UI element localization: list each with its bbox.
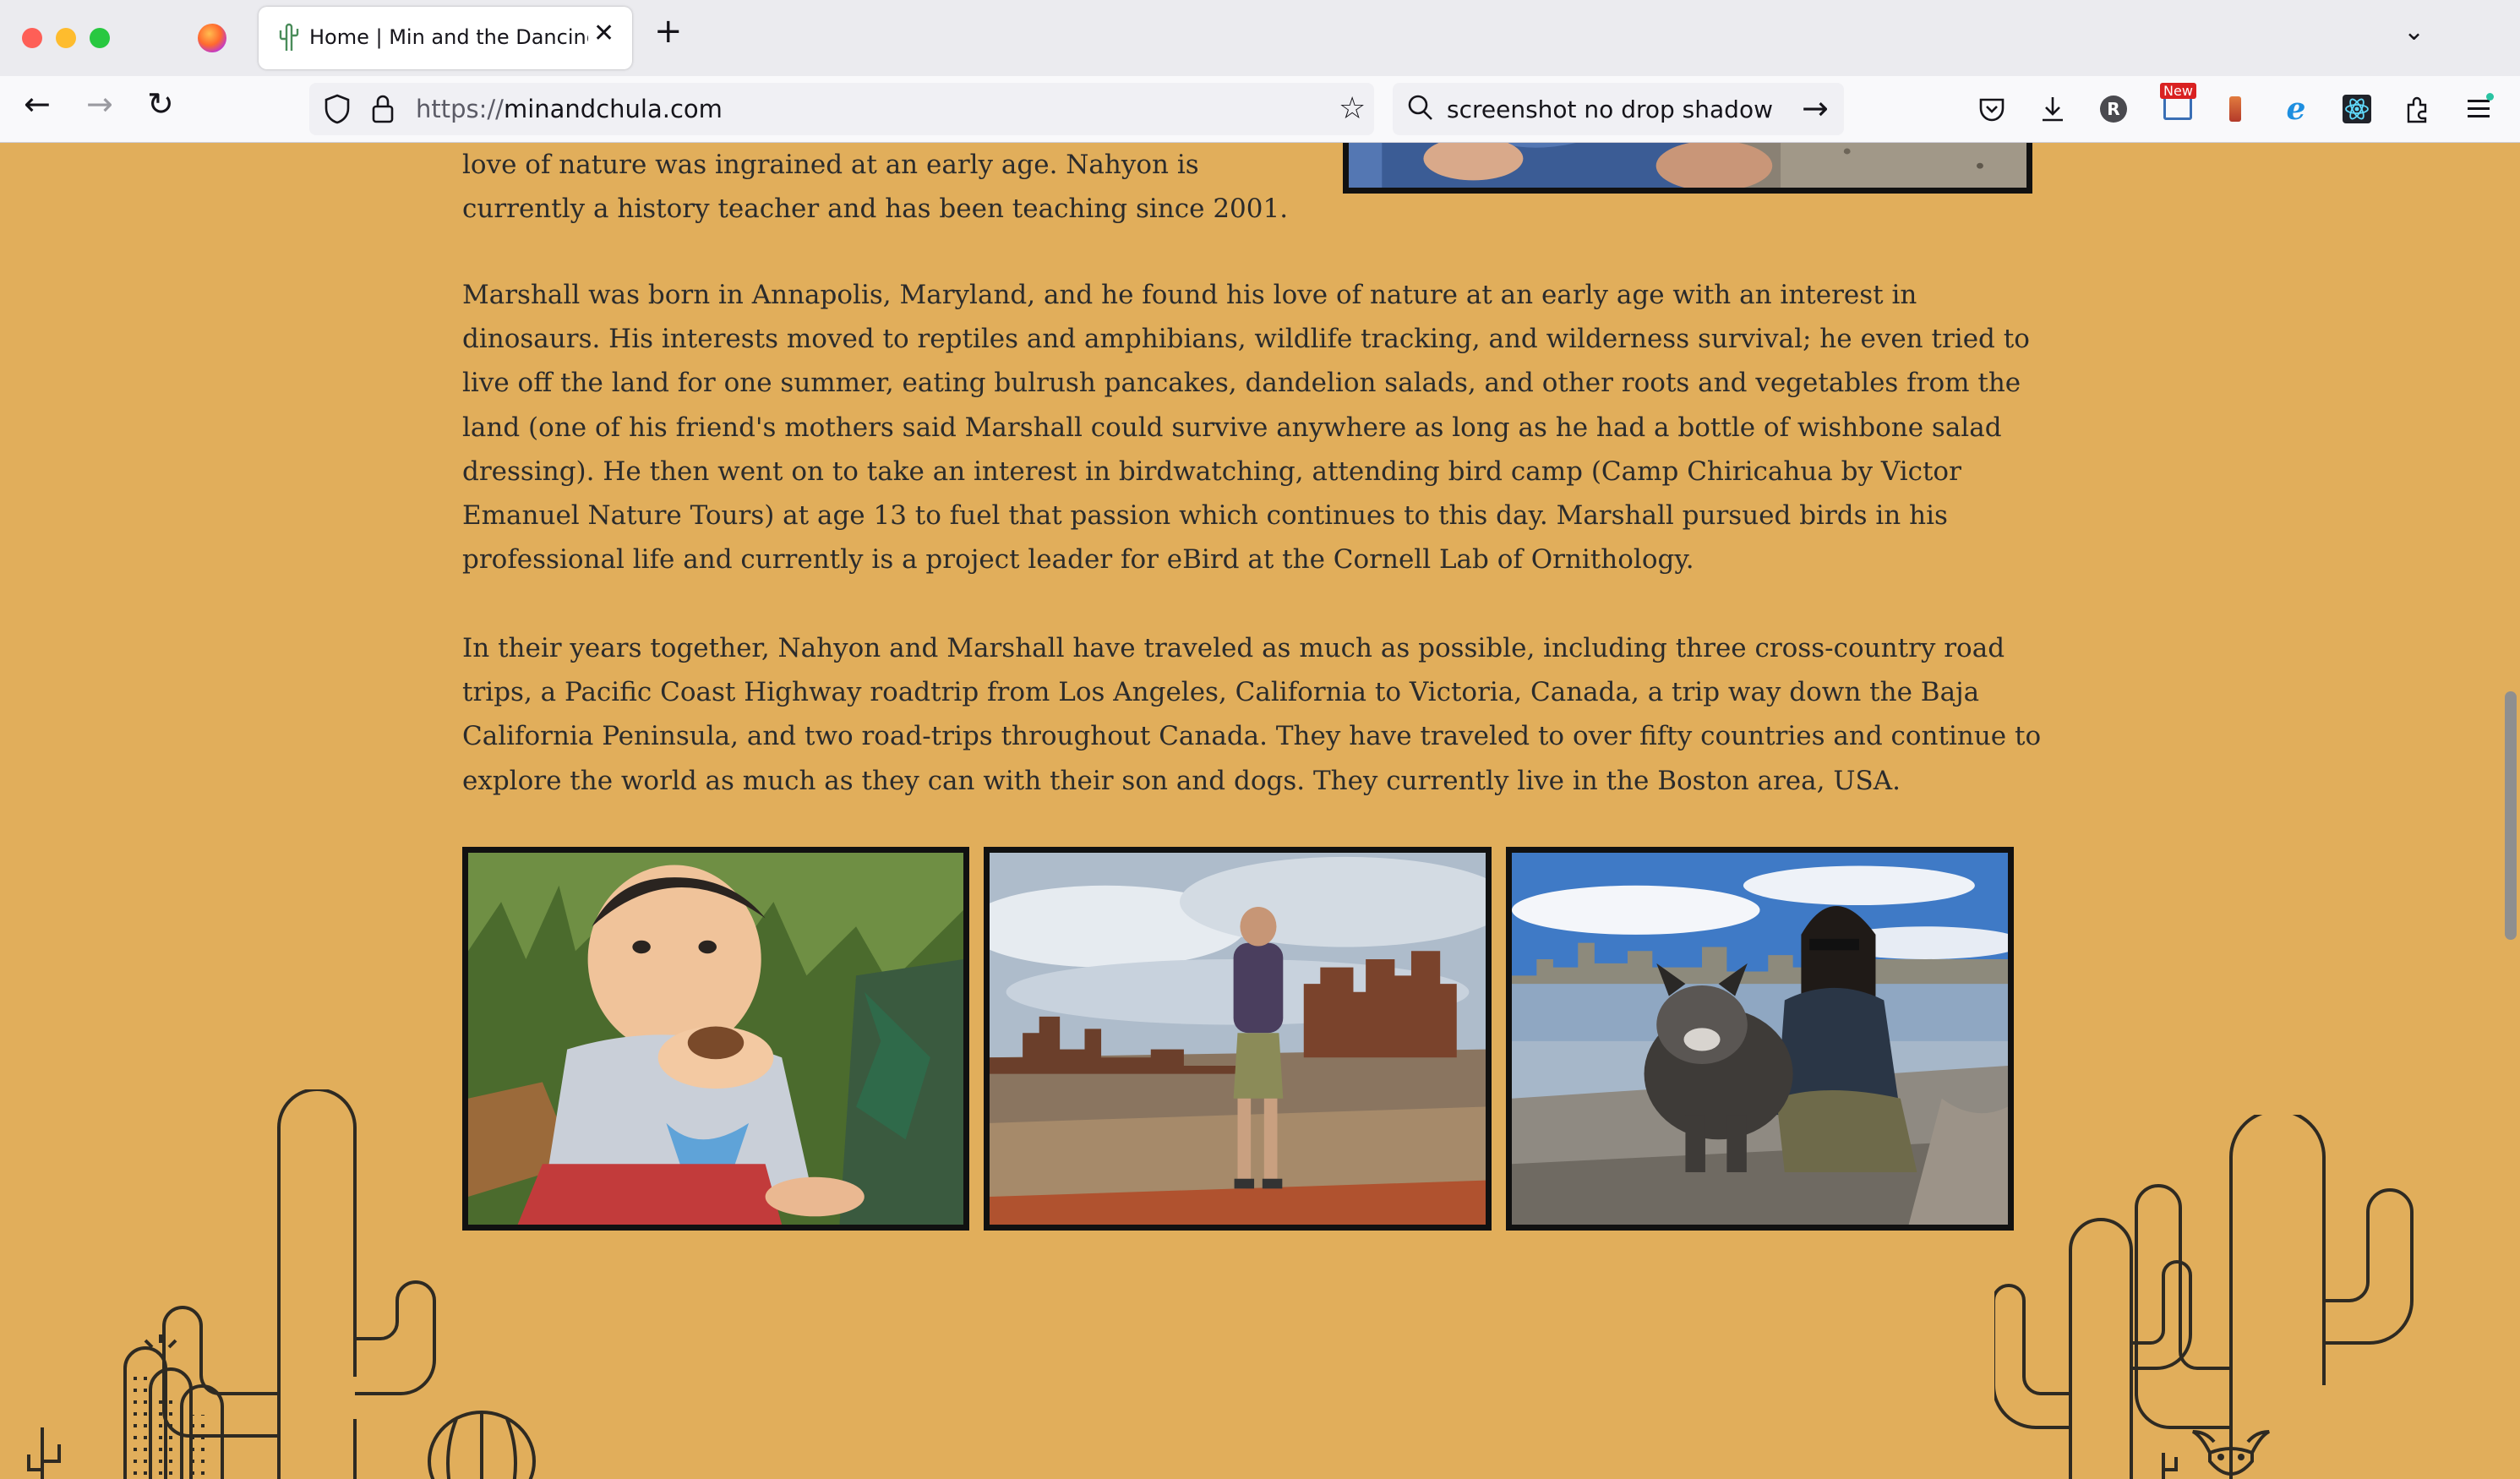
url-text[interactable]: https://minandchula.com	[416, 95, 723, 123]
new-tab-button[interactable]: +	[654, 12, 683, 51]
tracking-protection-shield-icon[interactable]	[323, 93, 352, 125]
paragraph-together: In their years together, Nahyon and Mars…	[462, 633, 2042, 796]
search-bar[interactable]: screenshot no drop shadow →	[1393, 83, 1844, 135]
woman-with-dog-lake-photo[interactable]	[1506, 847, 2014, 1231]
bookmark-star-icon[interactable]: ☆	[1339, 91, 1366, 126]
tab-active[interactable]: Home | Min and the Dancing Ca ✕	[259, 7, 632, 69]
ie-tab-extension-icon[interactable]: e	[2280, 93, 2312, 125]
search-input[interactable]: screenshot no drop shadow	[1447, 96, 1773, 123]
list-all-tabs-chevron-icon[interactable]: ⌄	[2403, 17, 2425, 46]
react-devtools-icon[interactable]	[2341, 93, 2373, 125]
tab-strip: Home | Min and the Dancing Ca ✕ + ⌄	[0, 0, 2520, 76]
extensions-puzzle-icon[interactable]	[2402, 93, 2434, 125]
window-zoom-button[interactable]	[90, 28, 110, 48]
news-extension-icon[interactable]: New	[2160, 83, 2197, 125]
top-photo-partial	[1343, 143, 2032, 194]
tab-close-icon[interactable]: ✕	[593, 19, 614, 48]
page-content: love of nature was ingrained at an early…	[0, 143, 2500, 1479]
search-icon	[1408, 95, 1432, 120]
new-badge: New	[2160, 83, 2196, 99]
back-button[interactable]: ←	[24, 88, 51, 120]
downloads-icon[interactable]	[2037, 93, 2069, 125]
url-host: minandchula.com	[503, 95, 723, 123]
profile-avatar[interactable]: R	[2097, 93, 2130, 125]
reload-button[interactable]: ↻	[147, 88, 174, 120]
firefox-logo-icon	[198, 24, 226, 52]
pocket-icon[interactable]	[1976, 93, 2008, 125]
navigation-toolbar: ← → ↻ https://minandchula.com ☆ screensh…	[0, 76, 2520, 143]
right-cactus-illustration	[1994, 1115, 2414, 1479]
lock-icon[interactable]	[370, 93, 395, 125]
paragraph-marshall: Marshall was born in Annapolis, Maryland…	[462, 280, 2030, 576]
url-scheme: https://	[416, 95, 504, 123]
paragraph-intro: love of nature was ingrained at an early…	[462, 150, 1289, 225]
color-tool-extension-icon[interactable]	[2219, 93, 2251, 125]
cactus-favicon-icon	[279, 23, 299, 51]
left-cactus-illustration	[27, 1089, 536, 1479]
address-bar[interactable]: https://minandchula.com ☆	[309, 83, 1374, 135]
search-go-arrow-icon[interactable]: →	[1802, 90, 1829, 127]
app-menu-icon[interactable]	[2464, 93, 2496, 125]
page-scrollbar[interactable]	[2500, 144, 2520, 1479]
forward-button[interactable]: →	[86, 88, 113, 120]
profile-letter: R	[2100, 96, 2127, 123]
scrollbar-thumb[interactable]	[2505, 691, 2517, 940]
window-minimize-button[interactable]	[56, 28, 76, 48]
window-close-button[interactable]	[22, 28, 42, 48]
birdwatcher-canyon-photo[interactable]	[984, 847, 1492, 1231]
tab-title: Home | Min and the Dancing Ca	[309, 25, 588, 49]
